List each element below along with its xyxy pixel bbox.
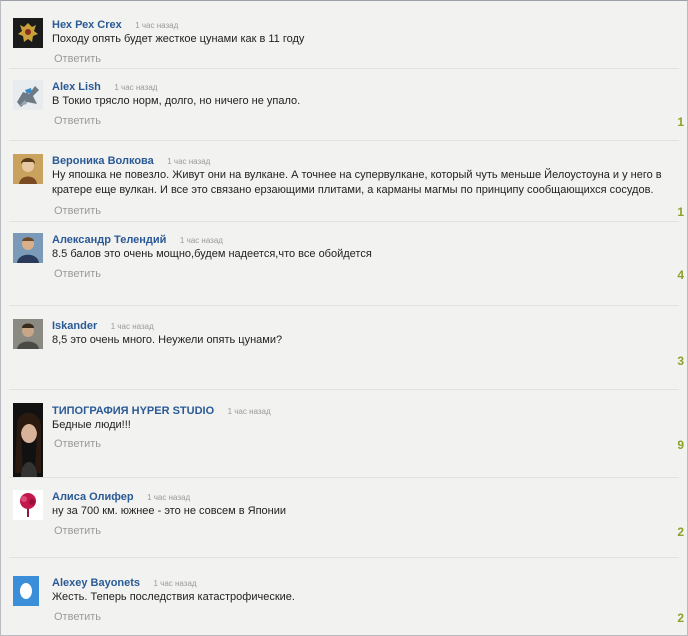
reply-button[interactable]: Ответить	[54, 268, 101, 280]
divider	[9, 221, 679, 222]
likes-count: 2	[677, 525, 684, 539]
comment-header: Alex Lish 1 час назад	[52, 77, 157, 95]
reply-button[interactable]: Ответить	[54, 205, 101, 217]
comment-author[interactable]: Александр Телендий	[52, 234, 166, 246]
comment-text: Жесть. Теперь последствия катастрофическ…	[52, 591, 295, 603]
divider	[9, 477, 679, 478]
comment-time: 1 час назад	[153, 579, 197, 588]
avatar[interactable]	[13, 80, 43, 110]
avatar[interactable]	[13, 490, 43, 520]
comment-header: ТИПОГРАФИЯ HYPER STUDIO 1 час назад	[52, 401, 271, 419]
avatar[interactable]	[13, 154, 43, 184]
comment-time: 1 час назад	[110, 322, 154, 331]
divider	[9, 305, 679, 306]
comment-time: 1 час назад	[114, 83, 158, 92]
comment-header: Вероника Волкова 1 час назад	[52, 151, 210, 169]
comment-time: 1 час назад	[167, 157, 211, 166]
comment-text: 8.5 балов это очень мощно,будем надеется…	[52, 248, 372, 260]
reply-button[interactable]: Ответить	[54, 611, 101, 623]
comment-header: Александр Телендий 1 час назад	[52, 230, 223, 248]
reply-button[interactable]: Ответить	[54, 525, 101, 537]
comment-author[interactable]: Нех Рех Crex	[52, 19, 122, 31]
likes-count: 1	[677, 205, 684, 219]
comment-author[interactable]: Вероника Волкова	[52, 155, 154, 167]
avatar[interactable]	[13, 18, 43, 48]
divider	[9, 68, 679, 69]
comment-header: Iskander 1 час назад	[52, 316, 154, 334]
avatar[interactable]	[13, 319, 43, 349]
comment-text: Бедные люди!!!	[52, 419, 131, 431]
comment-time: 1 час назад	[135, 21, 179, 30]
comment-text: 8,5 это очень много. Неужели опять цунам…	[52, 334, 283, 346]
avatar[interactable]	[13, 576, 39, 606]
likes-count: 1	[677, 115, 684, 129]
divider	[9, 557, 679, 558]
comment-text: Ну япошка не повезло. Живут они на вулка…	[52, 169, 662, 196]
comment-author[interactable]: Alexey Bayonets	[52, 577, 140, 589]
comment-time: 1 час назад	[227, 407, 271, 416]
comment-author[interactable]: Алиса Олифер	[52, 491, 134, 503]
comment-time: 1 час назад	[147, 493, 191, 502]
comment-text: ну за 700 км. южнее - это не совсем в Яп…	[52, 505, 287, 517]
likes-count: 9	[677, 438, 684, 452]
likes-count: 3	[677, 354, 684, 368]
comment-header: Нех Рех Crex 1 час назад	[52, 15, 178, 33]
comments-panel: Нех Рех Crex 1 час назад Походу опять бу…	[0, 0, 688, 636]
avatar[interactable]	[13, 403, 43, 477]
comment-time: 1 час назад	[179, 236, 223, 245]
comment-author[interactable]: Alex Lish	[52, 81, 101, 93]
comment-text: В Токио трясло норм, долго, но ничего не…	[52, 95, 301, 107]
avatar[interactable]	[13, 233, 43, 263]
reply-button[interactable]: Ответить	[54, 115, 101, 127]
comment-text: Походу опять будет жесткое цунами как в …	[52, 33, 305, 45]
comment-header: Алиса Олифер 1 час назад	[52, 487, 190, 505]
comment-author[interactable]: Iskander	[52, 320, 97, 332]
divider	[9, 389, 679, 390]
likes-count: 2	[677, 611, 684, 625]
reply-button[interactable]: Ответить	[54, 438, 101, 450]
comment-header: Alexey Bayonets 1 час назад	[52, 573, 197, 591]
reply-button[interactable]: Ответить	[54, 53, 101, 65]
likes-count: 4	[677, 268, 684, 282]
comment-author[interactable]: ТИПОГРАФИЯ HYPER STUDIO	[52, 405, 214, 417]
divider	[9, 140, 679, 141]
